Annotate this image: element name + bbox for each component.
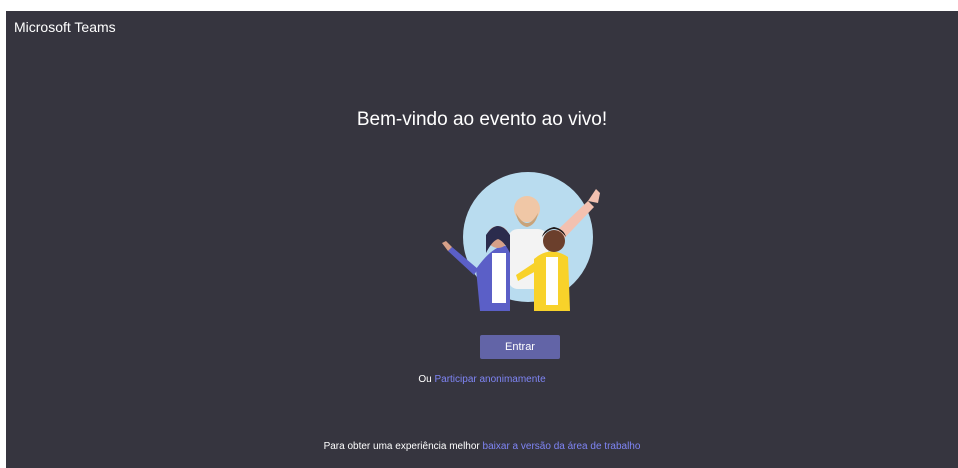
welcome-heading: Bem-vindo ao evento ao vivo! xyxy=(356,109,608,130)
waving-hand-right xyxy=(588,189,600,203)
join-button[interactable]: Entrar xyxy=(480,335,560,359)
teams-window: Microsoft Teams Bem-vindo ao evento ao v… xyxy=(6,11,958,468)
footer-prefix: Para obter uma experiência melhor xyxy=(323,441,480,452)
left-person-shirt xyxy=(492,253,506,303)
right-person-head xyxy=(543,230,565,252)
app-title: Microsoft Teams xyxy=(14,19,116,35)
join-anonymously-link[interactable]: Participar anonimamente xyxy=(434,374,545,385)
anonymous-join-line: Ou Participar anonimamente xyxy=(6,374,958,385)
right-person-shirt xyxy=(546,257,558,305)
people-waving-illustration xyxy=(442,172,600,311)
anonymous-prefix: Ou xyxy=(418,374,432,385)
desktop-app-prompt: Para obter uma experiência melhor baixar… xyxy=(6,441,958,452)
download-desktop-link[interactable]: baixar a versão da área de trabalho xyxy=(483,441,641,452)
